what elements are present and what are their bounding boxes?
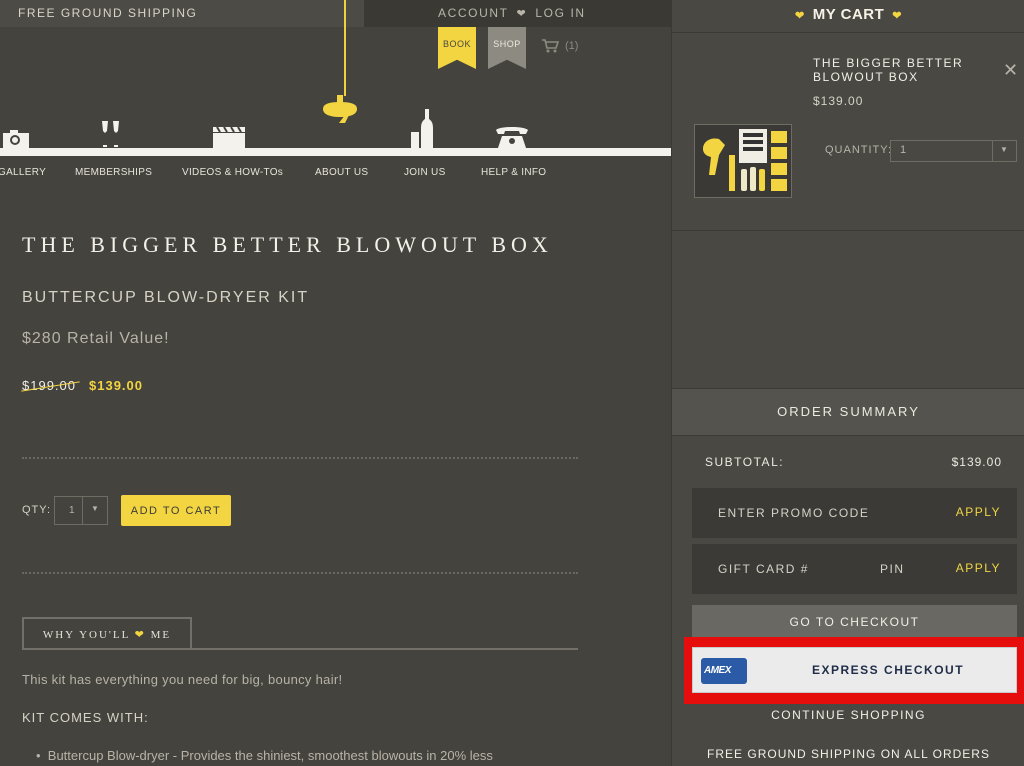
nav-about-us[interactable]: ABOUT US [315, 167, 368, 178]
gift-apply-button[interactable]: APPLY [956, 561, 1001, 575]
dotted-divider [22, 457, 578, 459]
kit-item-text: Buttercup Blow-dryer - Provides the shin… [47, 748, 493, 763]
tab-text-before: WHY YOU'LL [42, 629, 130, 641]
promo-code-field[interactable]: ENTER PROMO CODE APPLY [692, 488, 1017, 538]
go-to-checkout-button[interactable]: GO TO CHECKOUT [692, 605, 1017, 639]
divider [672, 230, 1024, 231]
heart-icon: ❤ [795, 10, 805, 22]
gift-card-field[interactable]: GIFT CARD # PIN APPLY [692, 544, 1017, 594]
dotted-divider [22, 572, 578, 574]
product-description: This kit has everything you need for big… [22, 672, 343, 687]
chevron-down-icon: ▼ [1000, 145, 1008, 154]
cart-heading: ❤ MY CART ❤ [672, 0, 1024, 32]
divider [672, 32, 1024, 33]
free-shipping-banner: FREE GROUND SHIPPING [0, 0, 364, 27]
express-checkout-button[interactable]: AMEX EXPRESS CHECKOUT [692, 647, 1017, 693]
illustrated-shelf [0, 148, 671, 156]
express-checkout-label: EXPRESS CHECKOUT [812, 663, 965, 677]
add-to-cart-button[interactable]: ADD TO CART [121, 495, 231, 526]
subtotal-value: $139.00 [951, 455, 1002, 469]
nav-join-us[interactable]: JOIN US [404, 167, 446, 178]
cart-link[interactable]: (1) [541, 38, 578, 54]
camera-icon [3, 130, 29, 148]
chevron-down-icon: ▼ [91, 504, 99, 513]
cart-heading-text: MY CART [812, 6, 885, 23]
shopping-cart-icon [542, 39, 559, 53]
pin-field[interactable]: PIN [880, 562, 905, 576]
qty-divider [82, 497, 83, 524]
qty-value: 1 [69, 505, 75, 516]
cart-count: (1) [565, 40, 579, 52]
continue-shopping-link[interactable]: CONTINUE SHOPPING [672, 708, 1024, 722]
product-image [695, 125, 791, 197]
quantity-value: 1 [900, 144, 907, 156]
top-bar: FREE GROUND SHIPPING ACCOUNT ❤ LOG IN [0, 0, 671, 27]
order-summary-heading: ORDER SUMMARY [672, 388, 1024, 436]
heart-icon: ❤ [516, 8, 528, 20]
cart-panel: ❤ MY CART ❤ THE BIGGER BETTER BLOWOUT BOX … [671, 0, 1024, 766]
hair-dryer-icon [323, 95, 357, 123]
amex-logo-text: AMEX [704, 665, 731, 676]
shop-ribbon-button[interactable]: SHOP [488, 27, 526, 69]
remove-item-close-icon[interactable]: ✕ [1003, 60, 1018, 81]
old-price: $199.00 [22, 378, 76, 393]
subtotal-label: SUBTOTAL: [705, 455, 785, 469]
account-link[interactable]: ACCOUNT [438, 6, 509, 20]
clapperboard-icon [213, 126, 245, 148]
heart-icon: ❤ [134, 629, 146, 641]
tab-underline [22, 648, 578, 650]
champagne-glasses-icon [102, 121, 119, 147]
product-title: THE BIGGER BETTER BLOWOUT BOX [22, 232, 553, 257]
quantity-label: QUANTITY: [825, 144, 893, 156]
promo-apply-button[interactable]: APPLY [956, 505, 1001, 519]
heart-icon: ❤ [892, 10, 902, 22]
nav-gallery[interactable]: GALLERY [0, 167, 46, 178]
qty-label: QTY: [22, 504, 52, 516]
book-ribbon-button[interactable]: BOOK [438, 27, 476, 69]
product-page: FREE GROUND SHIPPING ACCOUNT ❤ LOG IN BOOK… [0, 0, 671, 766]
nav-videos[interactable]: VIDEOS & HOW-TOs [182, 167, 283, 178]
kit-item: • Buttercup Blow-dryer - Provides the sh… [36, 748, 493, 763]
quantity-divider [992, 141, 993, 161]
quantity-select[interactable]: 1 ▼ [890, 140, 1017, 162]
tab-text-after: ME [150, 629, 172, 641]
tab-why-youll-love-me[interactable]: WHY YOU'LL ❤ ME [22, 617, 192, 649]
amex-logo-icon: AMEX [701, 658, 747, 684]
product-thumbnail [694, 124, 792, 198]
gift-card-placeholder: GIFT CARD # [718, 562, 809, 576]
login-link[interactable]: LOG IN [535, 6, 585, 20]
dryer-cord [344, 0, 346, 96]
account-links: ACCOUNT ❤ LOG IN [438, 0, 586, 27]
wine-bottle-icon [411, 109, 433, 148]
qty-select[interactable]: 1 ▼ [54, 496, 108, 525]
promo-code-placeholder: ENTER PROMO CODE [718, 506, 870, 520]
kit-heading: KIT COMES WITH: [22, 710, 149, 725]
cart-item-price: $139.00 [813, 94, 864, 108]
telephone-icon [496, 127, 528, 148]
sale-price: $139.00 [89, 378, 143, 393]
product-subtitle: BUTTERCUP BLOW-DRYER KIT [22, 289, 310, 306]
nav-memberships[interactable]: MEMBERSHIPS [75, 167, 152, 178]
cart-item-name: THE BIGGER BETTER BLOWOUT BOX [813, 56, 964, 84]
nav-help-info[interactable]: HELP & INFO [481, 167, 546, 178]
express-checkout-highlight: AMEX EXPRESS CHECKOUT [684, 637, 1024, 704]
retail-value: $280 Retail Value! [22, 330, 170, 347]
free-shipping-note: FREE GROUND SHIPPING ON ALL ORDERS [707, 747, 990, 761]
